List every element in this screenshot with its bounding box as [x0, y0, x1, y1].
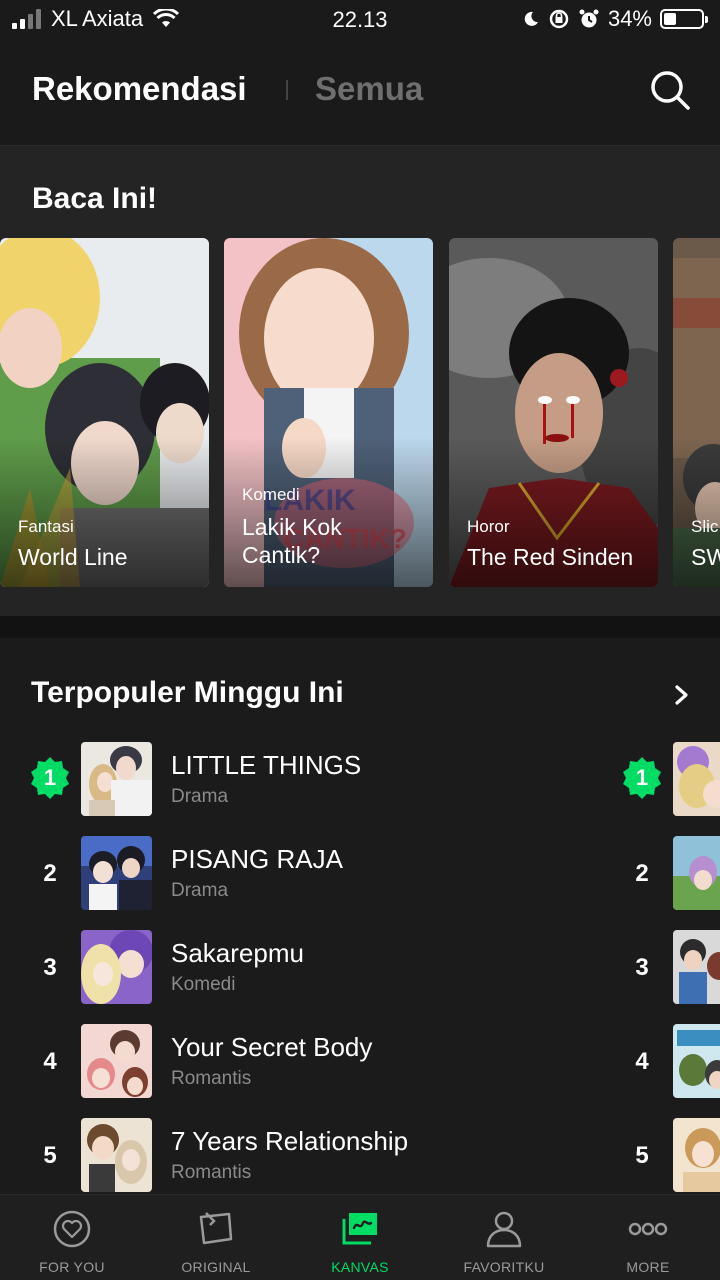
item-title: PISANG RAJA: [171, 844, 343, 874]
item-thumbnail: [673, 1118, 720, 1192]
top-header: Rekomendasi Semua: [0, 40, 720, 146]
alarm-icon: [579, 9, 599, 28]
rank-number: 1: [635, 765, 649, 790]
baca-ini-section: Baca Ini! Fantasi World Line Komedi Laki…: [0, 146, 720, 616]
person-icon: [486, 1211, 522, 1248]
nav-kanvas[interactable]: KANVAS: [288, 1195, 432, 1280]
item-thumbnail: [673, 930, 720, 1004]
rank-number: 3: [43, 954, 57, 981]
nav-label: MORE: [626, 1259, 670, 1275]
list-item[interactable]: 3 Sakarepmu Komedi 3: [0, 930, 720, 1006]
rotation-lock-icon: [549, 9, 569, 29]
card-genre: Komedi: [242, 485, 300, 504]
moon-icon: [524, 11, 538, 26]
item-thumbnail: [81, 1024, 152, 1098]
rank-number: 5: [43, 1142, 57, 1169]
bottom-navigation: FOR YOU ORIGINAL KANVAS FAVORITKU MORE: [0, 1194, 720, 1280]
item-genre: Drama: [171, 880, 229, 901]
rank-number: 2: [635, 860, 649, 887]
list-item[interactable]: 2 PISANG RAJA Drama 2: [0, 836, 720, 912]
rank-number: 5: [635, 1142, 649, 1169]
item-thumbnail: [81, 836, 152, 910]
list-item[interactable]: 4 Your Secret Body Romantis 4: [0, 1024, 720, 1100]
featured-card[interactable]: Horor The Red Sinden: [449, 238, 658, 587]
nav-original[interactable]: ORIGINAL: [144, 1195, 288, 1280]
status-bar: XL Axiata 22.13 34%: [0, 0, 720, 40]
card-title: The Red Sinden: [467, 544, 634, 570]
nav-favoritku[interactable]: FAVORITKU: [432, 1195, 576, 1280]
card-title: Lakik Kok Cantik?: [242, 514, 342, 568]
item-thumbnail: [81, 1118, 152, 1192]
nav-label: ORIGINAL: [181, 1259, 251, 1275]
item-title: LITTLE THINGS: [171, 750, 362, 780]
list-item[interactable]: 5 7 Years Relationship Romantis 5: [0, 1118, 720, 1194]
nav-label: FAVORITKU: [463, 1259, 545, 1275]
item-thumbnail: [673, 836, 720, 910]
canvas-icon: [342, 1213, 377, 1245]
nav-more[interactable]: MORE: [576, 1195, 720, 1280]
rank-number: 4: [43, 1048, 57, 1075]
card-genre: Horor: [467, 517, 510, 536]
status-right: 34%: [522, 6, 708, 32]
more-dots-icon: [628, 1222, 668, 1236]
card-genre: Slic: [691, 517, 719, 536]
tab-semua[interactable]: Semua: [315, 70, 423, 108]
search-icon[interactable]: [648, 68, 692, 112]
item-genre: Romantis: [171, 1068, 252, 1089]
featured-card[interactable]: LAKIK CANTIK? Komedi Lakik Kok Cantik?: [224, 238, 433, 587]
item-genre: Romantis: [171, 1162, 252, 1183]
chevron-right-icon[interactable]: [674, 684, 690, 706]
rank-badge: 1: [28, 756, 72, 800]
section-title-baca-ini: Baca Ini!: [32, 182, 158, 215]
rank-badge: 1: [620, 756, 664, 800]
card-title: SW: [691, 544, 720, 570]
item-thumbnail: [81, 742, 152, 816]
nav-label: KANVAS: [331, 1259, 389, 1275]
battery-icon: [660, 9, 708, 29]
item-genre: Komedi: [171, 974, 236, 995]
item-thumbnail: [673, 1024, 720, 1098]
item-title: 7 Years Relationship: [171, 1126, 409, 1156]
popular-section: Terpopuler Minggu Ini 1 LITTLE THINGS Dr…: [0, 638, 720, 1194]
featured-card[interactable]: Fantasi World Line: [0, 238, 209, 587]
heart-circle-icon: [53, 1210, 91, 1248]
item-title: Sakarepmu: [171, 938, 304, 968]
rank-number: 4: [635, 1048, 649, 1075]
battery-percent: 34%: [607, 6, 652, 31]
battery-fill: [664, 13, 677, 25]
item-title: Your Secret Body: [171, 1032, 373, 1062]
tab-divider: [286, 80, 288, 100]
rank-number: 3: [635, 954, 649, 981]
nav-label: FOR YOU: [39, 1259, 105, 1275]
rank-number: 2: [43, 860, 57, 887]
item-thumbnail: [81, 930, 152, 1004]
section-title-popular: Terpopuler Minggu Ini: [31, 676, 344, 709]
featured-card[interactable]: Slic SW: [673, 238, 720, 587]
item-thumbnail: [673, 742, 720, 816]
card-title: World Line: [18, 544, 128, 570]
tab-rekomendasi[interactable]: Rekomendasi: [32, 70, 247, 108]
rank-number: 1: [43, 765, 57, 790]
nav-for-you[interactable]: FOR YOU: [0, 1195, 144, 1280]
book-icon: [199, 1212, 233, 1245]
item-genre: Drama: [171, 786, 229, 807]
list-item[interactable]: 1 LITTLE THINGS Drama 1: [0, 742, 720, 818]
card-genre: Fantasi: [18, 517, 74, 536]
